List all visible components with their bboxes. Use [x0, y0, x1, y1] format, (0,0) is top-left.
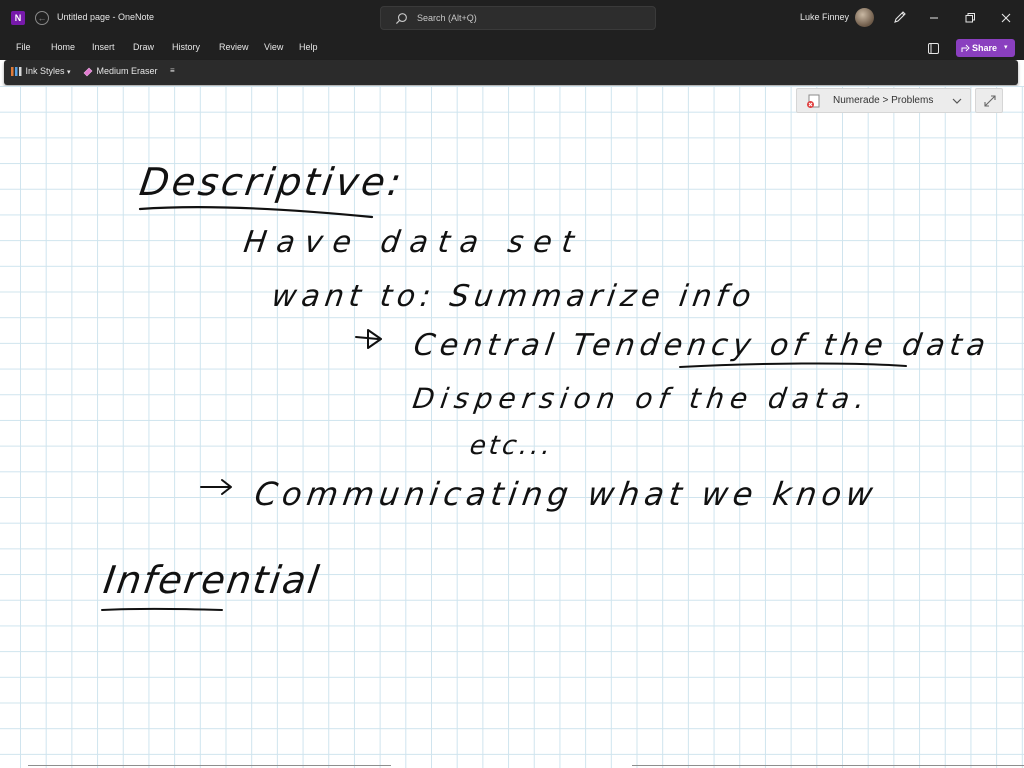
title-bar: N ← Untitled page - OneNote Search (Alt+…: [0, 0, 1024, 36]
ribbon-tabs: File Home Insert Draw History Review Vie…: [0, 36, 1024, 60]
ink-styles-label: Ink Styles: [25, 66, 65, 76]
note-line-summarize: want to: Summarize info: [269, 279, 759, 314]
ink-styles-button[interactable]: Ink Styles ▾: [10, 66, 71, 77]
divider: [28, 765, 391, 766]
underline-descriptive: [138, 206, 374, 219]
share-icon: [961, 44, 970, 52]
share-label: Share: [972, 43, 998, 53]
note-line-descriptive: Descriptive:: [136, 160, 407, 204]
back-button[interactable]: ←: [35, 11, 49, 25]
note-line-etc: etc...: [467, 431, 556, 461]
toolbar-overflow-button[interactable]: ≡: [170, 66, 175, 75]
note-canvas[interactable]: Descriptive: Have data set want to: Summ…: [0, 86, 1024, 768]
minimize-icon[interactable]: [925, 9, 943, 27]
numerade-label: Numerade > Problems: [833, 95, 934, 106]
tab-view[interactable]: View: [264, 42, 283, 52]
tab-file[interactable]: File: [16, 42, 31, 52]
underline-of-the-data: [679, 362, 907, 368]
eraser-label: Medium Eraser: [96, 66, 158, 76]
tab-review[interactable]: Review: [219, 42, 249, 52]
eraser-icon: [83, 67, 93, 77]
tab-history[interactable]: History: [172, 42, 200, 52]
numerade-section-picker[interactable]: Numerade > Problems: [796, 88, 971, 113]
tab-draw[interactable]: Draw: [133, 42, 154, 52]
note-line-dispersion: Dispersion of the data.: [410, 382, 873, 415]
user-name[interactable]: Luke Finney: [800, 12, 849, 22]
restore-icon[interactable]: [961, 9, 979, 27]
pen-icon[interactable]: [892, 9, 908, 25]
window-title: Untitled page - OneNote: [57, 12, 155, 22]
tab-home[interactable]: Home: [51, 42, 75, 52]
note-line-inferential: Inferential: [100, 558, 324, 602]
chevron-down-icon: [952, 98, 962, 104]
onenote-icon: N: [11, 11, 25, 25]
page-icon: [807, 94, 820, 108]
medium-eraser-button[interactable]: Medium Eraser: [82, 66, 158, 77]
share-button[interactable]: Share ▾: [956, 39, 1015, 57]
tab-insert[interactable]: Insert: [92, 42, 115, 52]
underline-inferential: [101, 607, 223, 611]
note-line-central-tendency: Central Tendency of the data: [411, 328, 993, 363]
chevron-down-icon: ▾: [1004, 44, 1008, 51]
ink-styles-icon: [11, 67, 22, 77]
search-placeholder: Search (Alt+Q): [417, 13, 477, 23]
avatar[interactable]: [855, 8, 874, 27]
search-box[interactable]: Search (Alt+Q): [380, 6, 656, 30]
tab-help[interactable]: Help: [299, 42, 318, 52]
note-line-communicating: Communicating what we know: [252, 475, 881, 513]
search-icon: [395, 13, 407, 25]
expand-button[interactable]: [975, 88, 1003, 113]
expand-icon: [984, 95, 996, 107]
draw-toolbar: Ink Styles ▾ Medium Eraser ≡: [4, 60, 1018, 85]
note-line-data-set: Have data set: [241, 225, 587, 260]
divider: [632, 765, 1024, 766]
chevron-down-icon: ▾: [67, 69, 71, 76]
notebook-icon[interactable]: [927, 42, 940, 55]
close-icon[interactable]: [997, 9, 1015, 27]
